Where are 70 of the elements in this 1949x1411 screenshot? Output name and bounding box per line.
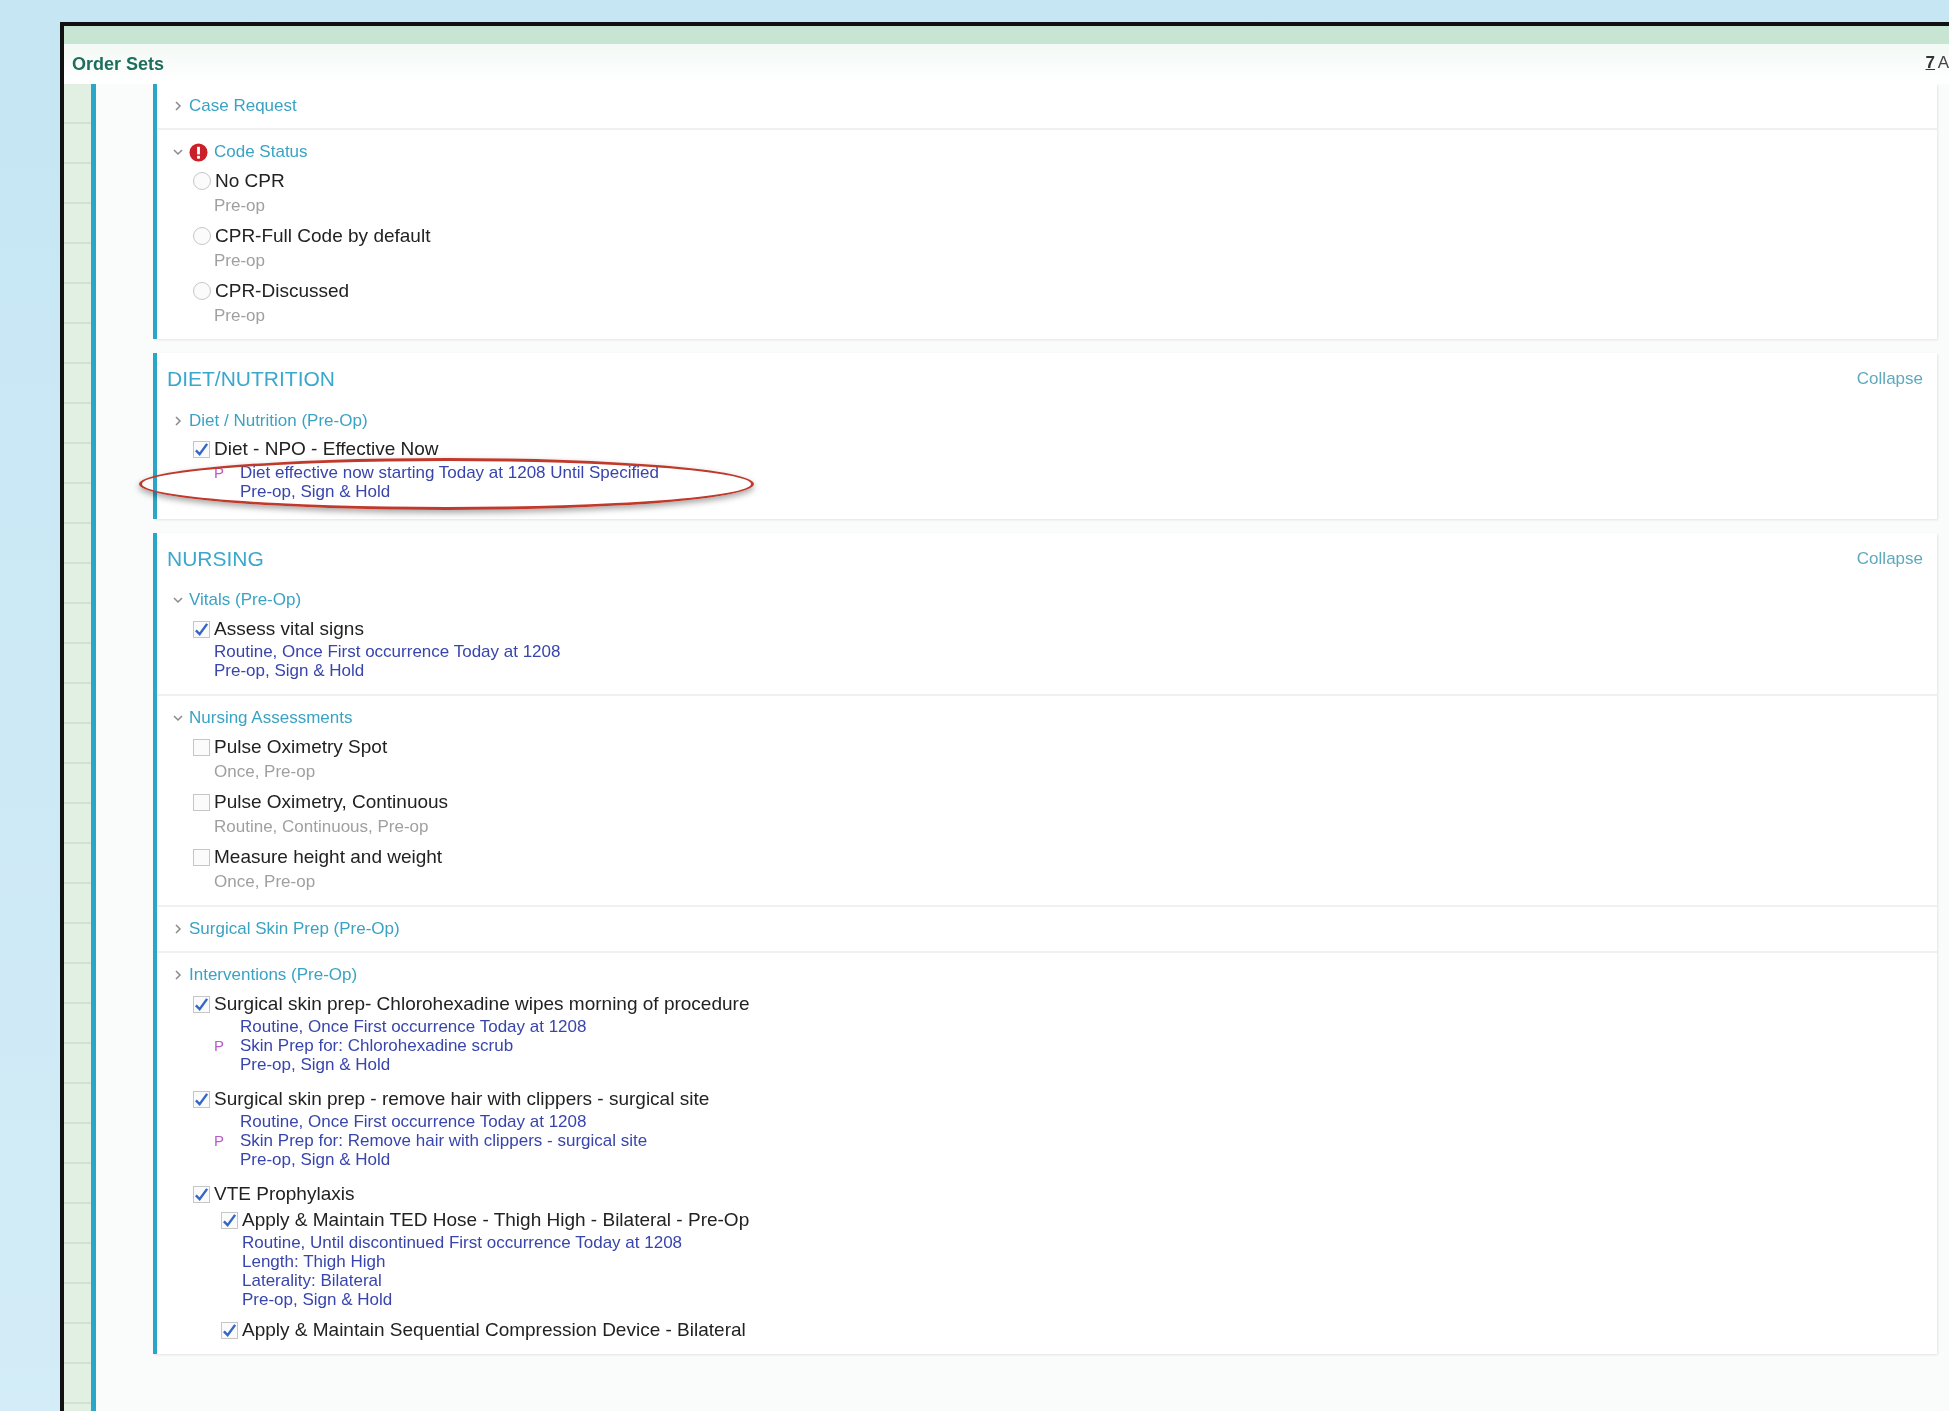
- order-label: Apply & Maintain TED Hose - Thigh High - Bilateral - Pre-Op: [242, 1207, 750, 1232]
- checkbox[interactable]: [193, 441, 210, 458]
- group-title[interactable]: Nursing Assessments: [189, 705, 353, 731]
- order-label: Measure height and weight: [214, 844, 443, 869]
- order-label: Assess vital signs: [214, 616, 364, 641]
- priority-label: P: [214, 1036, 225, 1055]
- chevron-right-icon[interactable]: [173, 924, 183, 934]
- chevron-right-icon[interactable]: [173, 415, 183, 426]
- checkbox[interactable]: [193, 793, 210, 811]
- priority-label: P: [214, 1131, 225, 1150]
- order-detail: Length: Thigh High: [242, 1252, 386, 1271]
- order-label: Apply & Maintain Sequential Compression Device - Bilateral: [242, 1317, 746, 1342]
- priority-label: P: [214, 462, 225, 482]
- group-title[interactable]: Code Status: [214, 139, 308, 165]
- group-title[interactable]: Diet / Nutrition (Pre-Op): [189, 407, 368, 434]
- order-label: CPR-Discussed: [215, 278, 350, 303]
- order-detail: Diet effective now starting Today at 1208 Until Specified: [240, 462, 659, 482]
- order-detail: Routine, Once First occurrence Today at 1208: [240, 1017, 587, 1036]
- order-detail: Once, Pre-op: [214, 762, 316, 781]
- collapse-link[interactable]: Collapse: [1856, 545, 1923, 571]
- radio-button[interactable]: [193, 282, 211, 300]
- order-detail: Pre-op: [214, 306, 266, 325]
- checkbox[interactable]: [193, 620, 210, 638]
- checkbox[interactable]: [193, 1185, 210, 1203]
- group-title[interactable]: Interventions (Pre-Op): [189, 962, 358, 988]
- order-label: CPR-Full Code by default: [215, 223, 431, 248]
- order-detail: Pre-op: [214, 196, 266, 215]
- order-label: Surgical skin prep - remove hair with clippers - surgical site: [214, 1086, 710, 1111]
- checkbox[interactable]: [193, 1090, 210, 1108]
- order-detail: Routine, Until discontinued First occurrence Today at 1208: [242, 1233, 683, 1252]
- checkbox[interactable]: [221, 1321, 238, 1339]
- order-detail: Pre-op, Sign & Hold: [242, 1290, 393, 1309]
- header-link[interactable]: A: [1937, 50, 1949, 76]
- section-title: NURSING: [167, 545, 264, 572]
- chevron-down-icon[interactable]: [173, 147, 183, 157]
- order-label: Diet - NPO - Effective Now: [214, 437, 439, 462]
- order-detail: Laterality: Bilateral: [242, 1271, 382, 1290]
- section-title: DIET/NUTRITION: [167, 366, 335, 392]
- radio-button[interactable]: [193, 172, 211, 190]
- order-detail: Pre-op, Sign & Hold: [240, 1150, 391, 1169]
- order-label: Pulse Oximetry, Continuous: [214, 789, 449, 814]
- help-link[interactable]: 7: [1925, 50, 1935, 76]
- order-detail: Skin Prep for: Chlorohexadine scrub: [240, 1036, 514, 1055]
- chevron-right-icon[interactable]: [173, 970, 183, 980]
- chevron-down-icon[interactable]: [173, 713, 183, 723]
- checkbox[interactable]: [193, 738, 210, 756]
- order-label: Pulse Oximetry Spot: [214, 734, 388, 759]
- order-detail: Pre-op, Sign & Hold: [214, 661, 365, 680]
- chevron-right-icon[interactable]: [173, 101, 183, 111]
- order-detail: Routine, Continuous, Pre-op: [214, 817, 429, 836]
- order-detail: Routine, Once First occurrence Today at 1208: [214, 642, 561, 661]
- group-title[interactable]: Case Request: [189, 93, 297, 119]
- order-detail: Pre-op, Sign & Hold: [240, 1055, 391, 1074]
- checkbox[interactable]: [193, 995, 210, 1013]
- order-detail: Skin Prep for: Remove hair with clippers - surgical site: [240, 1131, 648, 1150]
- checkbox[interactable]: [193, 848, 210, 866]
- chevron-down-icon[interactable]: [173, 595, 183, 605]
- order-label: Surgical skin prep- Chlorohexadine wipes morning of procedure: [214, 991, 750, 1016]
- order-label: VTE Prophylaxis: [214, 1181, 355, 1206]
- radio-button[interactable]: [193, 227, 211, 245]
- group-title[interactable]: Vitals (Pre-Op): [189, 587, 302, 613]
- window-title: Order Sets: [72, 52, 165, 76]
- order-detail: Routine, Once First occurrence Today at 1208: [240, 1112, 587, 1131]
- checkbox[interactable]: [221, 1211, 238, 1229]
- order-detail: Once, Pre-op: [214, 872, 316, 891]
- collapse-link[interactable]: Collapse: [1856, 366, 1923, 392]
- group-title[interactable]: Surgical Skin Prep (Pre-Op): [189, 916, 400, 942]
- order-label: No CPR: [215, 168, 285, 193]
- order-detail: Pre-op: [214, 251, 266, 270]
- order-detail: Pre-op, Sign & Hold: [240, 481, 391, 501]
